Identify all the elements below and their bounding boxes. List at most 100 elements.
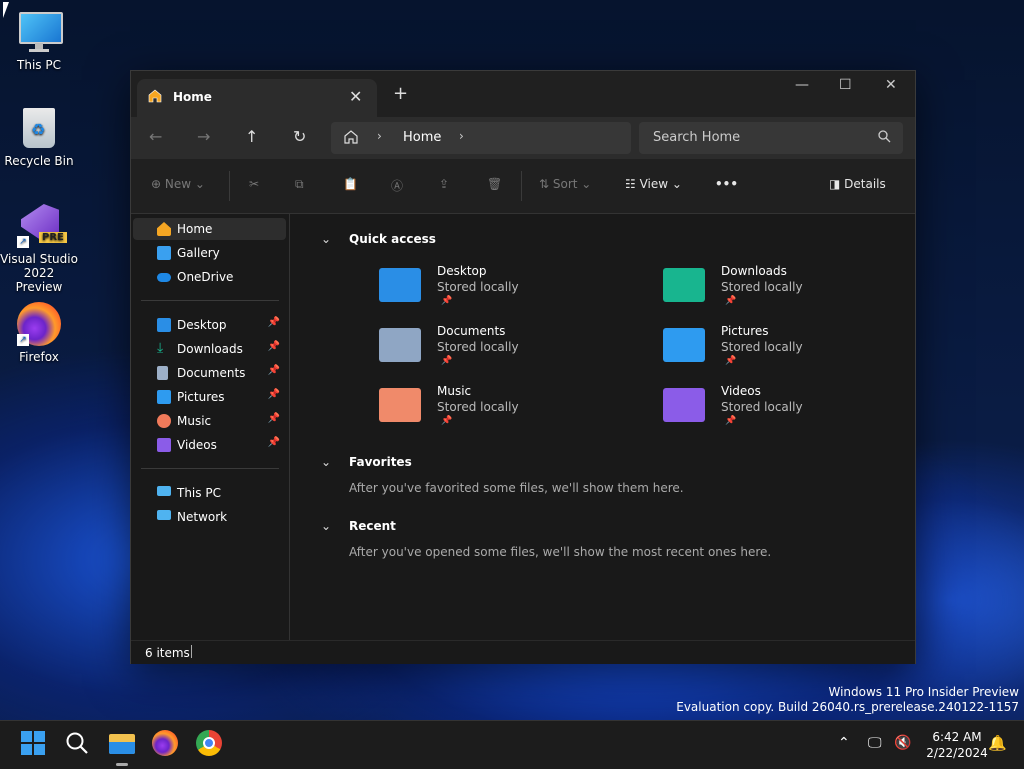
breadcrumb-home[interactable]: Home (403, 130, 441, 145)
chevron-down-icon[interactable]: ⌄ (321, 519, 331, 533)
pin-icon[interactable]: 📌 (268, 365, 280, 376)
desktop-icon-label: This PC (17, 58, 61, 72)
pin-icon: 📌 (441, 416, 453, 426)
pin-icon[interactable]: 📌 (268, 437, 280, 448)
notification-bell-icon[interactable]: 🔔 (988, 734, 1007, 752)
desktop-icon-recycle-bin[interactable]: ♻ Recycle Bin (0, 106, 79, 168)
item-name: Videos (721, 384, 761, 398)
navigation-pane: Home Gallery OneDrive Desktop 📌 ⤓ Downlo… (131, 214, 290, 640)
sidebar-item-pictures[interactable]: Pictures 📌 (133, 386, 286, 408)
details-button[interactable]: ◨ Details (829, 177, 886, 191)
desktop-icon-visual-studio[interactable]: PRE ↗ Visual Studio 2022 Preview (0, 204, 79, 294)
sidebar-item-gallery[interactable]: Gallery (133, 242, 286, 264)
up-button[interactable]: ↑ (245, 127, 258, 146)
share-icon[interactable]: ⇪ (439, 177, 449, 191)
item-location: Stored locally (437, 400, 519, 414)
quick-access-heading[interactable]: Quick access (349, 232, 436, 246)
quick-access-item-downloads[interactable]: Downloads Stored locally 📌 (663, 262, 923, 316)
refresh-button[interactable]: ↻ (293, 127, 306, 146)
start-button[interactable] (20, 730, 48, 758)
paste-icon[interactable]: 📋 (343, 177, 358, 191)
sidebar-item-label: Downloads (177, 342, 243, 356)
taskbar: ⌃ 🖵 🔇 6:42 AM 2/22/2024 🔔 (0, 720, 1024, 769)
close-tab-icon[interactable]: ✕ (349, 87, 362, 106)
volume-muted-icon[interactable]: 🔇 (894, 735, 911, 751)
new-tab-button[interactable]: + (393, 83, 408, 104)
sidebar-item-videos[interactable]: Videos 📌 (133, 434, 286, 456)
home-icon (343, 129, 359, 148)
search-box[interactable]: Search Home (639, 122, 903, 154)
sidebar-item-onedrive[interactable]: OneDrive (133, 266, 286, 288)
view-button[interactable]: ☷ View ⌄ (625, 177, 682, 191)
tab-home[interactable]: Home ✕ (137, 79, 377, 117)
item-location: Stored locally (721, 280, 803, 294)
new-button[interactable]: ⊕ New ⌄ (151, 177, 205, 191)
sidebar-item-desktop[interactable]: Desktop 📌 (133, 314, 286, 336)
pin-icon: 📌 (441, 296, 453, 306)
recent-heading[interactable]: Recent (349, 519, 396, 533)
desktop-folder-icon (379, 268, 421, 302)
quick-access-item-videos[interactable]: Videos Stored locally 📌 (663, 382, 923, 436)
copy-icon[interactable]: ⧉ (295, 177, 304, 192)
quick-access-item-pictures[interactable]: Pictures Stored locally 📌 (663, 322, 923, 376)
address-bar[interactable]: › Home › (331, 122, 631, 154)
chevron-up-icon[interactable]: ⌃ (838, 735, 850, 751)
divider (191, 645, 192, 658)
chevron-down-icon[interactable]: ⌄ (321, 232, 331, 246)
search-icon[interactable] (64, 730, 92, 758)
pin-icon[interactable]: 📌 (268, 341, 280, 352)
item-name: Downloads (721, 264, 787, 278)
sidebar-item-label: Pictures (177, 390, 225, 404)
sort-label: Sort (552, 177, 578, 191)
clock[interactable]: 6:42 AM 2/22/2024 (920, 729, 994, 761)
desktop-icon-label: Firefox (19, 350, 59, 364)
firefox-taskbar-icon[interactable] (152, 730, 180, 758)
back-button[interactable]: ← (149, 127, 162, 146)
sidebar-item-network[interactable]: Network (133, 506, 286, 528)
shortcut-arrow-icon: ↗ (17, 236, 29, 248)
desktop-icon-this-pc[interactable]: This PC (0, 10, 79, 72)
pin-icon: 📌 (725, 296, 737, 306)
sidebar-item-music[interactable]: Music 📌 (133, 410, 286, 432)
divider (141, 468, 279, 469)
cut-icon[interactable]: ✂ (249, 177, 259, 191)
item-name: Music (437, 384, 472, 398)
sidebar-item-home[interactable]: Home (133, 218, 286, 240)
pin-icon[interactable]: 📌 (268, 317, 280, 328)
sidebar-item-downloads[interactable]: ⤓ Downloads 📌 (133, 338, 286, 360)
chrome-taskbar-icon[interactable] (196, 730, 224, 758)
sidebar-item-label: Gallery (177, 246, 220, 260)
forward-button[interactable]: → (197, 127, 210, 146)
quick-access-item-documents[interactable]: Documents Stored locally 📌 (379, 322, 639, 376)
divider (521, 171, 522, 201)
home-icon (157, 222, 171, 236)
delete-icon[interactable]: 🗑 (487, 177, 502, 191)
quick-access-item-desktop[interactable]: Desktop Stored locally 📌 (379, 262, 639, 316)
chevron-right-icon[interactable]: › (459, 129, 464, 143)
shortcut-arrow-icon: ↗ (17, 334, 29, 346)
item-location: Stored locally (721, 400, 803, 414)
evaluation-watermark: Windows 11 Pro Insider Preview Evaluatio… (676, 685, 1019, 715)
sidebar-item-label: Videos (177, 438, 217, 452)
close-window-button[interactable]: ✕ (885, 77, 897, 93)
sidebar-item-this-pc[interactable]: This PC (133, 482, 286, 504)
sidebar-item-documents[interactable]: Documents 📌 (133, 362, 286, 384)
this-pc-icon (157, 486, 171, 496)
chevron-down-icon[interactable]: ⌄ (321, 455, 331, 469)
content-area: ⌄ Quick access Desktop Stored locally 📌 … (291, 214, 915, 640)
minimize-button[interactable]: — (795, 77, 809, 93)
sort-button[interactable]: ⇅ Sort ⌄ (539, 177, 591, 191)
pin-icon[interactable]: 📌 (268, 389, 280, 400)
network-status-icon[interactable]: 🖵 (868, 735, 882, 751)
pin-icon[interactable]: 📌 (268, 413, 280, 424)
favorites-heading[interactable]: Favorites (349, 455, 412, 469)
quick-access-item-music[interactable]: Music Stored locally 📌 (379, 382, 639, 436)
maximize-button[interactable]: ☐ (839, 77, 852, 93)
more-options-button[interactable]: ••• (715, 177, 738, 191)
network-icon (157, 510, 171, 520)
file-explorer-taskbar-icon[interactable] (108, 730, 136, 766)
desktop-icon-firefox[interactable]: ↗ Firefox (0, 302, 79, 364)
sidebar-item-label: Music (177, 414, 212, 428)
desktop-folder-icon (157, 318, 171, 332)
rename-icon[interactable]: Ⓐ (391, 177, 403, 194)
